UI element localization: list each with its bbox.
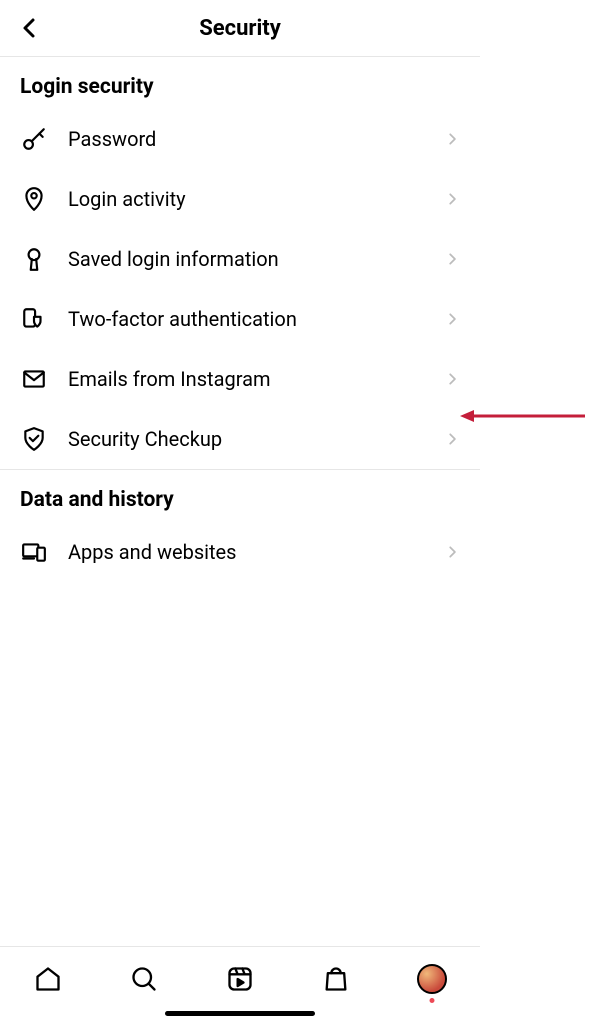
section-header-login-security: Login security bbox=[0, 57, 480, 109]
shield-check-icon bbox=[20, 425, 48, 453]
devices-icon bbox=[20, 538, 48, 566]
notification-dot-icon bbox=[430, 998, 435, 1003]
shield-device-icon bbox=[20, 305, 48, 333]
list-data-history: Apps and websites bbox=[0, 522, 480, 582]
list-item-saved-login[interactable]: Saved login information bbox=[0, 229, 480, 289]
back-button[interactable] bbox=[12, 10, 48, 46]
key-icon bbox=[20, 125, 48, 153]
chevron-right-icon bbox=[444, 131, 460, 147]
nav-search[interactable] bbox=[124, 959, 164, 999]
list-item-label: Two-factor authentication bbox=[68, 307, 444, 331]
list-item-label: Login activity bbox=[68, 187, 444, 211]
list-item-login-activity[interactable]: Login activity bbox=[0, 169, 480, 229]
chevron-right-icon bbox=[444, 191, 460, 207]
list-item-emails-from-instagram[interactable]: Emails from Instagram bbox=[0, 349, 480, 409]
chevron-left-icon bbox=[18, 16, 42, 40]
list-item-label: Password bbox=[68, 127, 444, 151]
chevron-right-icon bbox=[444, 431, 460, 447]
profile-avatar bbox=[417, 964, 447, 994]
list-item-password[interactable]: Password bbox=[0, 109, 480, 169]
list-item-label: Security Checkup bbox=[68, 427, 444, 451]
chevron-right-icon bbox=[444, 251, 460, 267]
app-container: Security Login security Password bbox=[0, 0, 480, 1024]
search-icon bbox=[130, 965, 158, 993]
nav-reels[interactable] bbox=[220, 959, 260, 999]
chevron-right-icon bbox=[444, 311, 460, 327]
home-indicator bbox=[165, 1011, 315, 1016]
list-item-two-factor[interactable]: Two-factor authentication bbox=[0, 289, 480, 349]
shopping-bag-icon bbox=[322, 965, 350, 993]
list-login-security: Password Login activity bbox=[0, 109, 480, 469]
section-header-data-history: Data and history bbox=[0, 470, 480, 522]
list-item-apps-websites[interactable]: Apps and websites bbox=[0, 522, 480, 582]
list-item-security-checkup[interactable]: Security Checkup bbox=[0, 409, 480, 469]
location-pin-icon bbox=[20, 185, 48, 213]
nav-shop[interactable] bbox=[316, 959, 356, 999]
nav-profile[interactable] bbox=[412, 959, 452, 999]
home-icon bbox=[34, 965, 62, 993]
keyhole-icon bbox=[20, 245, 48, 273]
list-item-label: Saved login information bbox=[68, 247, 444, 271]
chevron-right-icon bbox=[444, 544, 460, 560]
nav-home[interactable] bbox=[28, 959, 68, 999]
page-title: Security bbox=[199, 16, 281, 41]
header-bar: Security bbox=[0, 0, 480, 56]
list-item-label: Apps and websites bbox=[68, 540, 444, 564]
mail-icon bbox=[20, 365, 48, 393]
list-item-label: Emails from Instagram bbox=[68, 367, 444, 391]
chevron-right-icon bbox=[444, 371, 460, 387]
reels-icon bbox=[226, 965, 254, 993]
